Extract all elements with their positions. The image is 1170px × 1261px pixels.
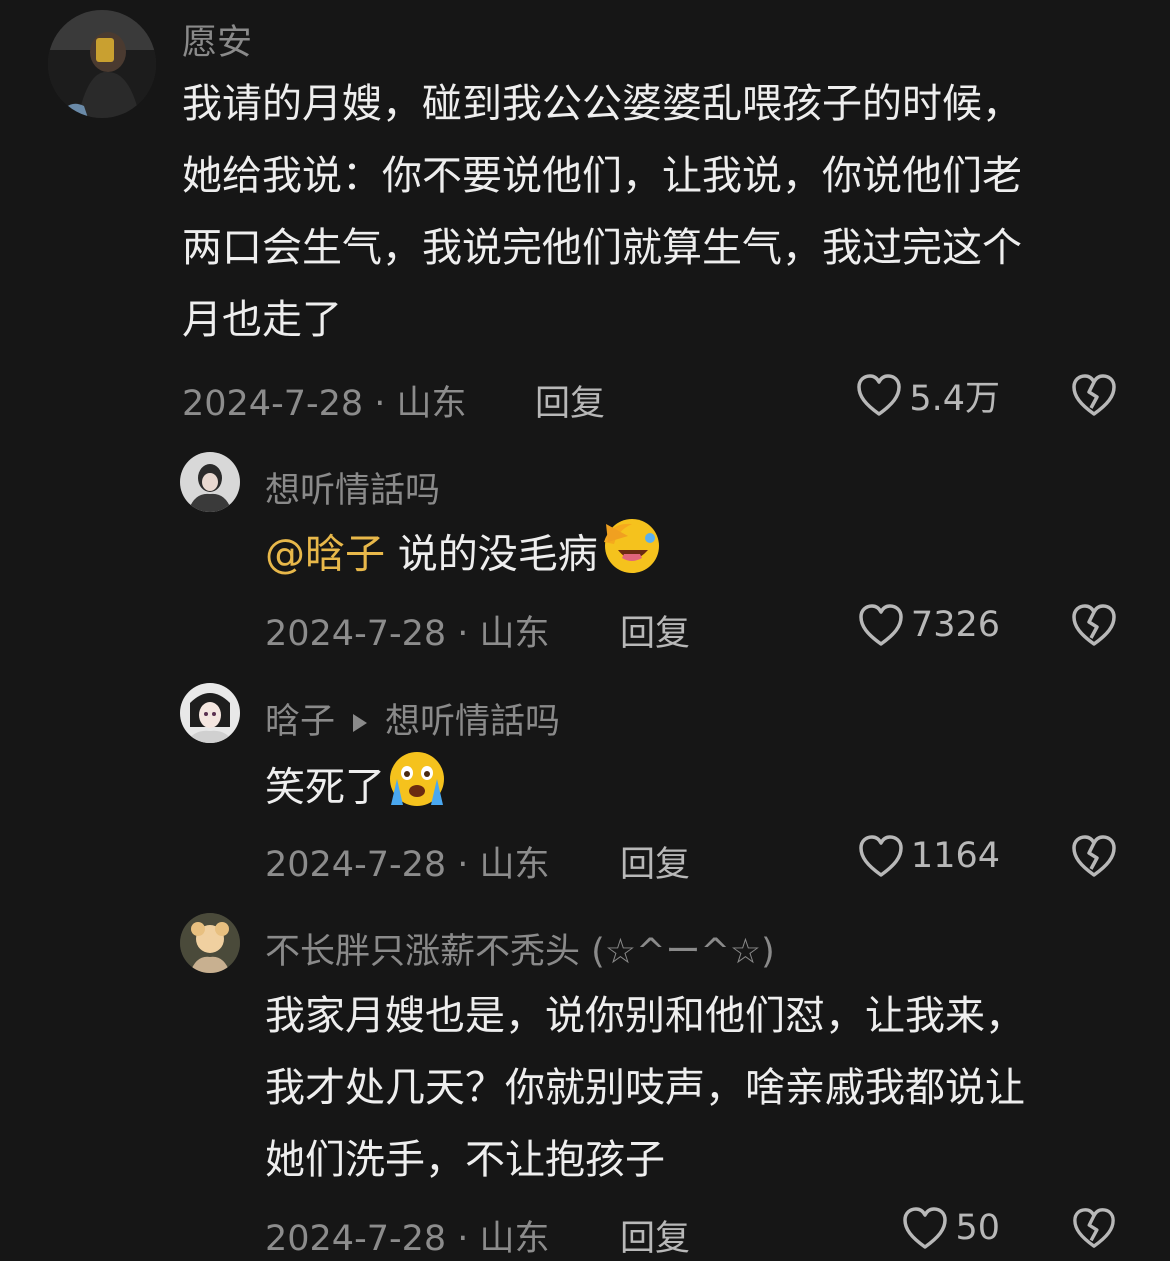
username[interactable]: 晗子: [265, 702, 335, 742]
username[interactable]: 想听情話吗: [265, 462, 440, 513]
crying-face-emoji: [387, 749, 449, 830]
like-button[interactable]: 1164: [820, 831, 1000, 881]
date-location: 2024-7-28 · 山东: [182, 384, 467, 424]
username[interactable]: 愿安: [182, 14, 252, 65]
comment-body: 说的没毛病: [397, 531, 598, 578]
like-button[interactable]: 5.4万: [820, 370, 1000, 420]
comment-line: 我家月嫂也是，说你别和他们怼，让我来，: [265, 993, 1025, 1039]
like-count: 50: [955, 1208, 1000, 1248]
comment-line: 她们洗手，不让抱孩子: [265, 1137, 665, 1183]
heart-outline-icon: [855, 372, 903, 418]
comment-text: 我家月嫂也是，说你别和他们怼，让我来， 我才处几天？你就别吱声，啥亲戚我都说让 …: [265, 980, 1025, 1196]
comment-line: 她给我说：你不要说他们，让我说，你说他们老: [182, 153, 1022, 199]
like-button[interactable]: 7326: [820, 600, 1000, 650]
broken-heart-icon[interactable]: [1070, 833, 1118, 879]
heart-outline-icon: [857, 833, 905, 879]
avatar[interactable]: [180, 452, 240, 512]
like-count: 5.4万: [909, 378, 1000, 419]
like-count: 7326: [910, 605, 1000, 645]
mention-link[interactable]: @晗子: [265, 532, 385, 578]
comment-text: 我请的月嫂，碰到我公公婆婆乱喂孩子的时候， 她给我说：你不要说他们，让我说，你说…: [182, 68, 1022, 356]
avatar[interactable]: [180, 913, 240, 973]
reply-button[interactable]: 回复: [620, 605, 690, 656]
username[interactable]: 不长胖只涨薪不秃头 (☆^ー^☆): [265, 923, 775, 974]
avatar[interactable]: [48, 10, 156, 118]
reply-to-username[interactable]: 想听情話吗: [385, 702, 560, 742]
comment-line: 我才处几天？你就别吱声，啥亲戚我都说让: [265, 1065, 1025, 1111]
like-button[interactable]: 50: [820, 1206, 1000, 1250]
comment-line: 两口会生气，我说完他们就算生气，我过完这个: [182, 225, 1022, 271]
date-location: 2024-7-28 · 山东: [265, 845, 550, 885]
date-location: 2024-7-28 · 山东: [265, 614, 550, 654]
like-count: 1164: [910, 836, 1000, 876]
date-location: 2024-7-28 · 山东: [265, 1219, 550, 1259]
reply-button[interactable]: 回复: [620, 1210, 690, 1261]
heart-outline-icon: [901, 1205, 949, 1251]
comment-text: 笑死了: [265, 749, 449, 830]
comment-line: 月也走了: [182, 297, 342, 343]
broken-heart-icon[interactable]: [1070, 602, 1118, 648]
reply-button[interactable]: 回复: [620, 836, 690, 887]
broken-heart-icon[interactable]: [1070, 1206, 1118, 1250]
heart-outline-icon: [857, 602, 905, 648]
broken-heart-icon[interactable]: [1070, 372, 1118, 418]
facepalm-laugh-emoji: [600, 516, 662, 597]
avatar[interactable]: [180, 683, 240, 743]
comment-body: 笑死了: [265, 764, 385, 811]
comment-text: @晗子 说的没毛病: [265, 516, 662, 597]
reply-button[interactable]: 回复: [535, 375, 605, 426]
triangle-right-icon: [351, 703, 369, 743]
comment-line: 我请的月嫂，碰到我公公婆婆乱喂孩子的时候，: [182, 81, 1022, 127]
username-line: 晗子 想听情話吗: [265, 693, 560, 744]
